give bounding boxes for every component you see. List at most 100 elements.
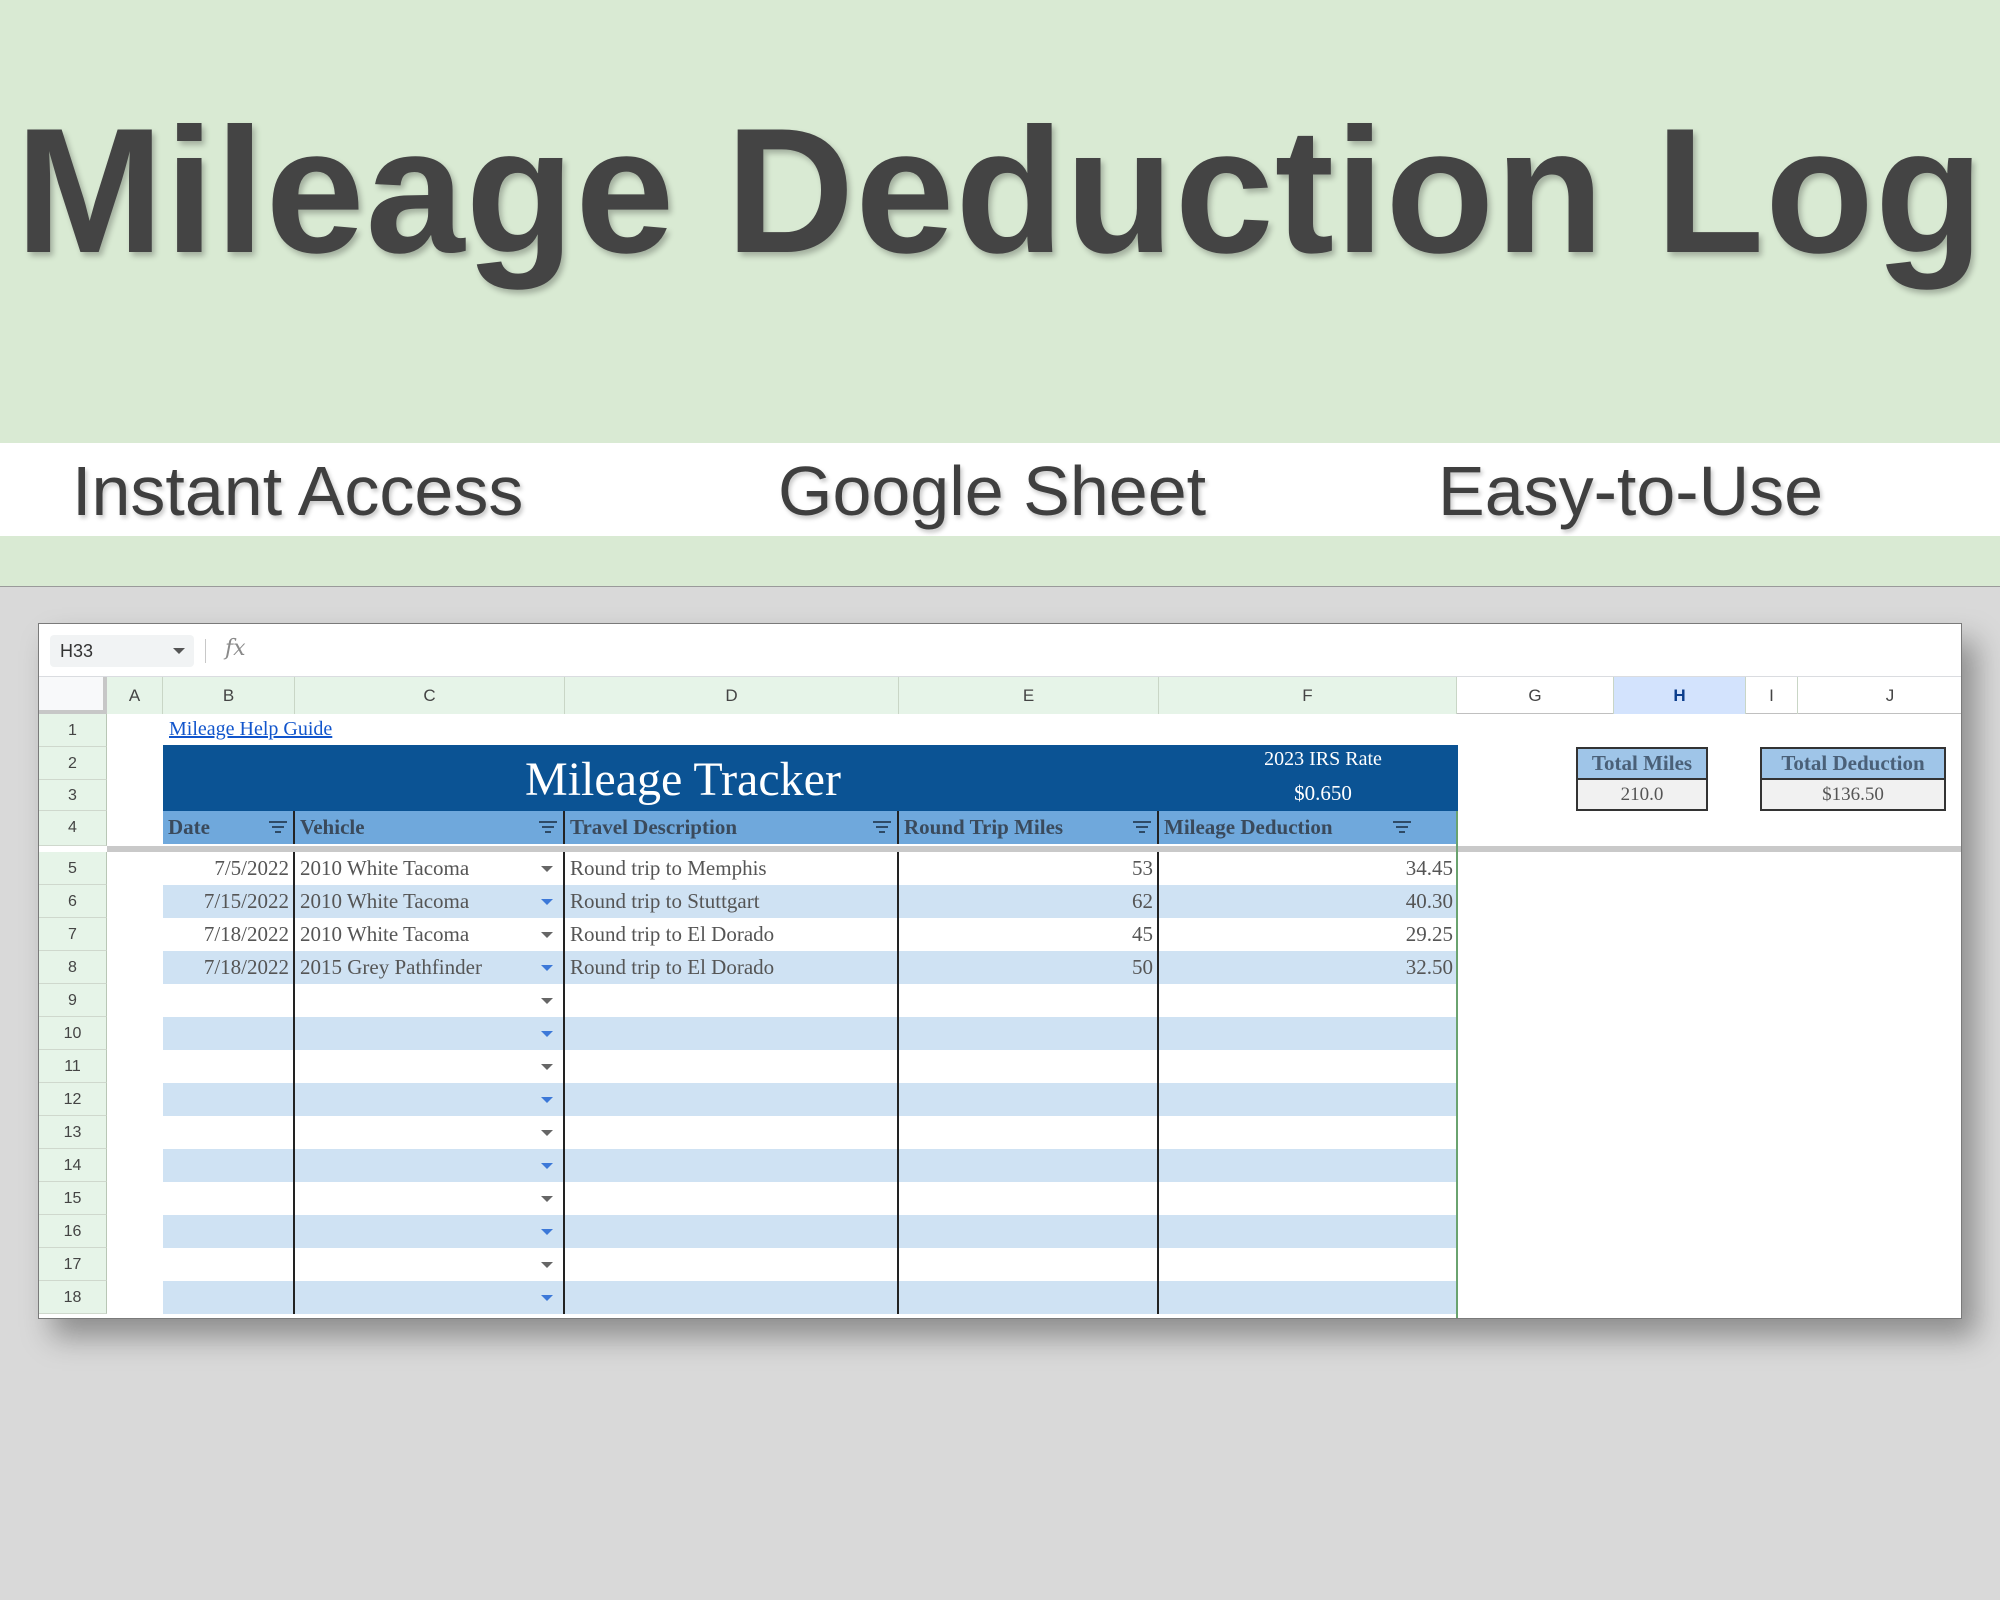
column-header-f[interactable]: F — [1159, 677, 1457, 714]
filter-icon[interactable] — [539, 821, 557, 835]
dropdown-arrow-icon[interactable] — [541, 1130, 553, 1136]
cell-travel-description[interactable]: Round trip to Memphis — [565, 852, 899, 885]
cell-date[interactable] — [163, 1083, 295, 1116]
cell-date[interactable]: 7/18/2022 — [163, 918, 295, 951]
row-header-8[interactable]: 8 — [39, 951, 107, 984]
row-header-5[interactable]: 5 — [39, 852, 107, 885]
cell-vehicle[interactable] — [295, 1116, 565, 1149]
cell-date[interactable] — [163, 1215, 295, 1248]
cell-travel-description[interactable] — [565, 1116, 899, 1149]
cell-vehicle[interactable]: 2010 White Tacoma — [295, 918, 565, 951]
cell-travel-description[interactable]: Round trip to Stuttgart — [565, 885, 899, 918]
cell-mileage-deduction[interactable] — [1159, 1083, 1457, 1116]
filter-icon[interactable] — [269, 821, 287, 835]
cell-vehicle[interactable] — [295, 1215, 565, 1248]
dropdown-arrow-icon[interactable] — [541, 1262, 553, 1268]
cell-round-trip-miles[interactable] — [899, 1050, 1159, 1083]
row-header-14[interactable]: 14 — [39, 1149, 107, 1182]
dropdown-arrow-icon[interactable] — [541, 1031, 553, 1037]
cell-mileage-deduction[interactable] — [1159, 1050, 1457, 1083]
total-miles-value[interactable]: 210.0 — [1576, 780, 1708, 811]
row-header-7[interactable]: 7 — [39, 918, 107, 951]
cell-round-trip-miles[interactable] — [899, 1182, 1159, 1215]
cell-date[interactable] — [163, 1248, 295, 1281]
row-header-6[interactable]: 6 — [39, 885, 107, 918]
cell-travel-description[interactable] — [565, 1215, 899, 1248]
cell-round-trip-miles[interactable]: 53 — [899, 852, 1159, 885]
row-header-16[interactable]: 16 — [39, 1215, 107, 1248]
chevron-down-icon[interactable] — [173, 648, 185, 654]
cell-round-trip-miles[interactable] — [899, 1149, 1159, 1182]
cell-travel-description[interactable] — [565, 1083, 899, 1116]
cell-travel-description[interactable] — [565, 1149, 899, 1182]
cell-vehicle[interactable]: 2010 White Tacoma — [295, 885, 565, 918]
irs-rate-value[interactable]: $0.650 — [1195, 781, 1451, 806]
column-header-h[interactable]: H — [1614, 677, 1746, 714]
cell-mileage-deduction[interactable]: 29.25 — [1159, 918, 1457, 951]
total-miles-label[interactable]: Total Miles — [1576, 747, 1708, 780]
cell-round-trip-miles[interactable] — [899, 1215, 1159, 1248]
column-header-e[interactable]: E — [899, 677, 1159, 714]
header-cell-date[interactable]: Date — [163, 811, 295, 844]
cell-date[interactable] — [163, 1116, 295, 1149]
dropdown-arrow-icon[interactable] — [541, 1229, 553, 1235]
cell-vehicle[interactable] — [295, 1149, 565, 1182]
cell-round-trip-miles[interactable]: 62 — [899, 885, 1159, 918]
cell-date[interactable]: 7/15/2022 — [163, 885, 295, 918]
cell-travel-description[interactable] — [565, 1248, 899, 1281]
cell-mileage-deduction[interactable] — [1159, 1182, 1457, 1215]
cell-date[interactable]: 7/5/2022 — [163, 852, 295, 885]
dropdown-arrow-icon[interactable] — [541, 1097, 553, 1103]
cell-round-trip-miles[interactable] — [899, 984, 1159, 1017]
cell-travel-description[interactable] — [565, 1281, 899, 1314]
column-header-g[interactable]: G — [1457, 677, 1614, 714]
header-cell-travel-description[interactable]: Travel Description — [565, 811, 899, 844]
dropdown-arrow-icon[interactable] — [541, 866, 553, 872]
dropdown-arrow-icon[interactable] — [541, 998, 553, 1004]
cell-mileage-deduction[interactable] — [1159, 1281, 1457, 1314]
cell-round-trip-miles[interactable] — [899, 1281, 1159, 1314]
cell-date[interactable] — [163, 1182, 295, 1215]
name-box[interactable]: H33 — [50, 635, 194, 667]
cell-round-trip-miles[interactable] — [899, 1116, 1159, 1149]
row-header-17[interactable]: 17 — [39, 1248, 107, 1281]
filter-icon[interactable] — [1133, 821, 1151, 835]
cell-vehicle[interactable] — [295, 1083, 565, 1116]
cell-date[interactable] — [163, 1017, 295, 1050]
dropdown-arrow-icon[interactable] — [541, 1196, 553, 1202]
dropdown-arrow-icon[interactable] — [541, 965, 553, 971]
cell-mileage-deduction[interactable]: 34.45 — [1159, 852, 1457, 885]
row-header-15[interactable]: 15 — [39, 1182, 107, 1215]
dropdown-arrow-icon[interactable] — [541, 1064, 553, 1070]
dropdown-arrow-icon[interactable] — [541, 1295, 553, 1301]
filter-icon[interactable] — [1393, 821, 1411, 835]
cell-round-trip-miles[interactable] — [899, 1083, 1159, 1116]
row-header-11[interactable]: 11 — [39, 1050, 107, 1083]
cell-travel-description[interactable]: Round trip to El Dorado — [565, 918, 899, 951]
column-header-j[interactable]: J — [1798, 677, 1961, 714]
cell-mileage-deduction[interactable] — [1159, 1149, 1457, 1182]
cell-round-trip-miles[interactable] — [899, 1017, 1159, 1050]
cell-mileage-deduction[interactable] — [1159, 1017, 1457, 1050]
cell-vehicle[interactable] — [295, 1017, 565, 1050]
row-header-1[interactable]: 1 — [39, 714, 107, 747]
row-header-13[interactable]: 13 — [39, 1116, 107, 1149]
cell-mileage-deduction[interactable] — [1159, 984, 1457, 1017]
cell-vehicle[interactable] — [295, 1281, 565, 1314]
row-header-18[interactable]: 18 — [39, 1281, 107, 1314]
header-cell-round-trip-miles[interactable]: Round Trip Miles — [899, 811, 1159, 844]
dropdown-arrow-icon[interactable] — [541, 899, 553, 905]
filter-icon[interactable] — [873, 821, 891, 835]
row-header-10[interactable]: 10 — [39, 1017, 107, 1050]
cell-vehicle[interactable] — [295, 984, 565, 1017]
row-header-3[interactable]: 3 — [39, 780, 107, 811]
cell-round-trip-miles[interactable]: 50 — [899, 951, 1159, 984]
cell-travel-description[interactable] — [565, 984, 899, 1017]
cell-travel-description[interactable] — [565, 1017, 899, 1050]
cell-vehicle[interactable] — [295, 1182, 565, 1215]
cell-date[interactable] — [163, 984, 295, 1017]
column-header-c[interactable]: C — [295, 677, 565, 714]
cell-mileage-deduction[interactable] — [1159, 1248, 1457, 1281]
header-cell-mileage-deduction[interactable]: Mileage Deduction — [1159, 811, 1457, 844]
row-header-4[interactable]: 4 — [39, 811, 107, 846]
